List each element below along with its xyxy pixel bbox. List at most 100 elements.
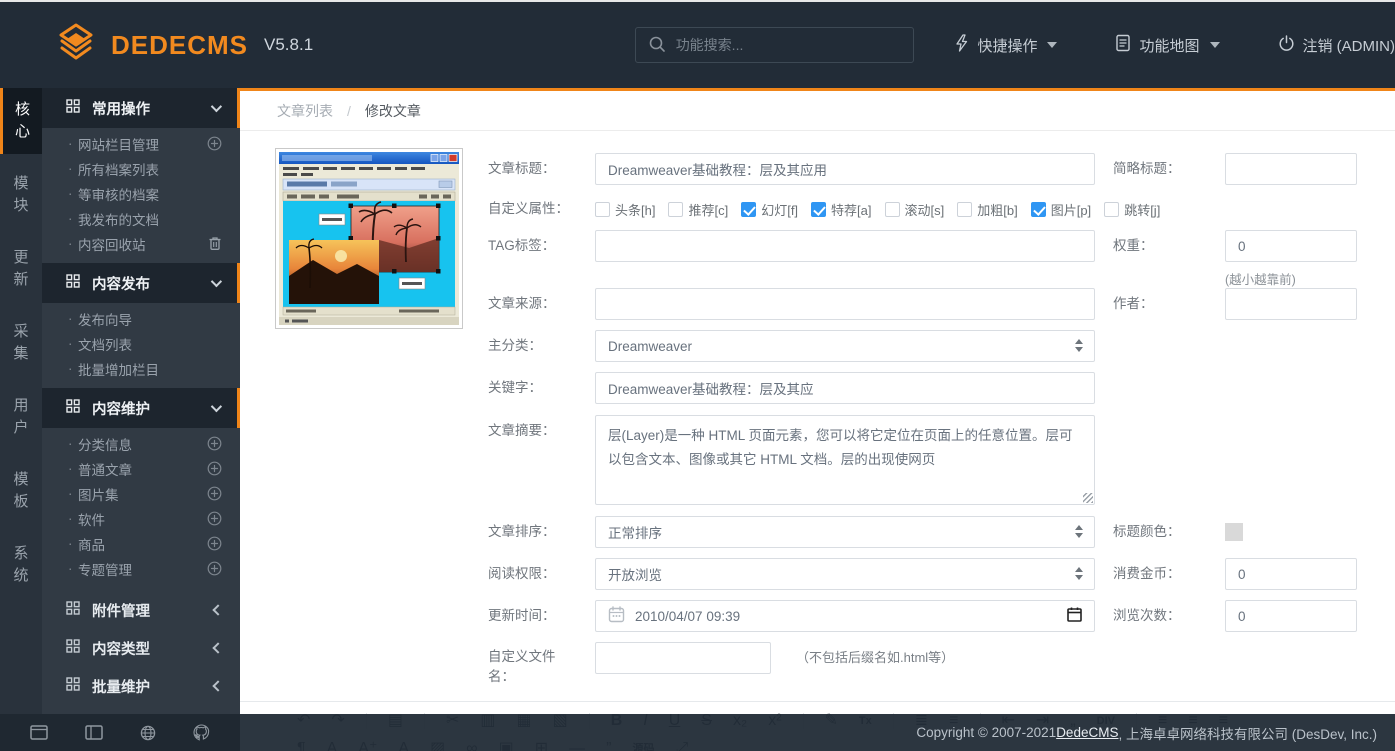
- plus-circle-icon[interactable]: [207, 461, 222, 476]
- title-color-swatch[interactable]: [1225, 523, 1243, 541]
- coin-input[interactable]: [1225, 558, 1357, 590]
- rail-item-用户[interactable]: 用 户: [0, 384, 42, 450]
- sidebar-item-文档列表[interactable]: · 文档列表: [42, 331, 240, 356]
- sidebar-item-网站栏目管理[interactable]: · 网站栏目管理: [42, 131, 240, 156]
- select-arrows-icon: [1075, 525, 1083, 538]
- attr-checkbox-跳转[j][interactable]: 跳转[j]: [1104, 200, 1160, 219]
- breadcrumb-article-list[interactable]: 文章列表: [277, 101, 333, 121]
- sidebar-section-内容维护[interactable]: 内容维护: [42, 388, 240, 428]
- attr-checkbox-滚动[s][interactable]: 滚动[s]: [885, 200, 945, 219]
- quick-actions-menu[interactable]: 快捷操作: [954, 34, 1057, 56]
- keywords-input[interactable]: [595, 372, 1095, 404]
- sidebar-item-内容回收站[interactable]: · 内容回收站: [42, 231, 240, 256]
- weight-input[interactable]: [1225, 230, 1357, 262]
- globe-icon[interactable]: [140, 725, 156, 741]
- sidebar-section-常用操作[interactable]: 常用操作: [42, 88, 240, 128]
- attr-checkbox-头条[h][interactable]: 头条[h]: [595, 200, 655, 219]
- checkbox-checked-icon[interactable]: [811, 202, 826, 217]
- views-input[interactable]: [1225, 600, 1357, 632]
- search-input[interactable]: [676, 37, 886, 53]
- sidebar-section-内容类型[interactable]: 内容类型: [42, 632, 240, 664]
- feature-map-menu[interactable]: 功能地图: [1115, 34, 1219, 56]
- checkbox-icon[interactable]: [957, 202, 972, 217]
- sidebar-item-批量增加栏目[interactable]: · 批量增加栏目: [42, 356, 240, 381]
- category-value: Dreamweaver: [608, 339, 692, 354]
- attr-checkbox-推荐[c][interactable]: 推荐[c]: [668, 200, 728, 219]
- rail-item-核心[interactable]: 核 心: [0, 88, 42, 154]
- sidebar-item-分类信息[interactable]: · 分类信息: [42, 431, 240, 456]
- rail-item-模块[interactable]: 模 块: [0, 162, 42, 228]
- sidebar-layout-icon[interactable]: [85, 725, 103, 740]
- power-icon: [1278, 35, 1295, 56]
- section-title: 内容维护: [92, 398, 150, 419]
- sidebar-item-普通文章[interactable]: · 普通文章: [42, 456, 240, 481]
- bullet-icon: ·: [68, 486, 73, 501]
- chevron-down-icon: [1047, 42, 1057, 48]
- sidebar-item-label: 所有档案列表: [78, 159, 159, 179]
- sidebar-item-等审核的档案[interactable]: · 等审核的档案: [42, 181, 240, 206]
- checkbox-icon[interactable]: [885, 202, 900, 217]
- sidebar-menu: 常用操作 · 网站栏目管理· 所有档案列表· 等审核的档案· 我发布的文档· 内…: [42, 88, 240, 751]
- plus-circle-icon[interactable]: [207, 436, 222, 451]
- trash-icon[interactable]: [208, 236, 222, 251]
- source-input[interactable]: [595, 288, 1095, 320]
- plus-circle-icon[interactable]: [207, 136, 222, 151]
- sidebar-item-我发布的文档[interactable]: · 我发布的文档: [42, 206, 240, 231]
- brand[interactable]: DEDECMS V5.8.1: [0, 22, 420, 69]
- browser-window-icon[interactable]: [30, 725, 48, 740]
- date-picker-icon[interactable]: [1067, 607, 1082, 625]
- short-title-input[interactable]: [1225, 153, 1357, 185]
- category-select[interactable]: Dreamweaver: [595, 330, 1095, 362]
- sidebar-item-图片集[interactable]: · 图片集: [42, 481, 240, 506]
- rail-item-采集[interactable]: 采 集: [0, 310, 42, 376]
- attr-checkbox-幻灯[f][interactable]: 幻灯[f]: [741, 200, 798, 219]
- plus-circle-icon[interactable]: [207, 536, 222, 551]
- attr-checkbox-图片[p][interactable]: 图片[p]: [1031, 200, 1091, 219]
- checkbox-icon[interactable]: [595, 202, 610, 217]
- attr-label: 滚动[s]: [905, 200, 945, 219]
- checkbox-icon[interactable]: [668, 202, 683, 217]
- plus-circle-icon[interactable]: [207, 486, 222, 501]
- filename-input[interactable]: [595, 642, 771, 674]
- sidebar-item-label: 专题管理: [78, 559, 132, 579]
- sidebar-section-批量维护[interactable]: 批量维护: [42, 670, 240, 702]
- custom-attrs-label: 自定义属性：: [488, 193, 592, 225]
- author-input[interactable]: [1225, 288, 1357, 320]
- article-title-input[interactable]: [595, 153, 1095, 185]
- dedecms-link[interactable]: DedeCMS: [1056, 725, 1118, 740]
- sidebar-section-内容发布[interactable]: 内容发布: [42, 263, 240, 303]
- sidebar-item-专题管理[interactable]: · 专题管理: [42, 556, 240, 581]
- attr-checkbox-特荐[a][interactable]: 特荐[a]: [811, 200, 871, 219]
- rail-item-模板[interactable]: 模 板: [0, 458, 42, 524]
- rail-item-系统[interactable]: 系 统: [0, 532, 42, 598]
- update-time-input[interactable]: 2010/04/07 09:39: [595, 600, 1095, 632]
- sort-select[interactable]: 正常排序: [595, 516, 1095, 548]
- sidebar-item-label: 批量增加栏目: [78, 359, 159, 379]
- search-icon: [648, 35, 666, 56]
- select-arrows-icon: [1075, 567, 1083, 580]
- grid-icon: [66, 601, 80, 619]
- plus-circle-icon[interactable]: [207, 561, 222, 576]
- sidebar-item-软件[interactable]: · 软件: [42, 506, 240, 531]
- sidebar-item-所有档案列表[interactable]: · 所有档案列表: [42, 156, 240, 181]
- calendar-outline-icon: [608, 606, 625, 626]
- sidebar-section-附件管理[interactable]: 附件管理: [42, 594, 240, 626]
- function-search[interactable]: [635, 27, 915, 63]
- abstract-textarea[interactable]: 层(Layer)是一种 HTML 页面元素，您可以将它定位在页面上的任意位置。层…: [595, 415, 1095, 505]
- github-icon[interactable]: [193, 724, 210, 741]
- breadcrumb-separator: /: [347, 103, 351, 119]
- plus-circle-icon[interactable]: [207, 511, 222, 526]
- sidebar-item-label: 网站栏目管理: [78, 134, 159, 154]
- article-thumbnail[interactable]: [275, 148, 463, 329]
- rail-item-更新[interactable]: 更 新: [0, 236, 42, 302]
- sidebar-item-发布向导[interactable]: · 发布向导: [42, 306, 240, 331]
- sidebar-item-商品[interactable]: · 商品: [42, 531, 240, 556]
- time-value: 2010/04/07 09:39: [635, 609, 740, 624]
- perm-select[interactable]: 开放浏览: [595, 558, 1095, 590]
- logout-button[interactable]: 注销 (ADMIN): [1278, 35, 1395, 56]
- checkbox-icon[interactable]: [1104, 202, 1119, 217]
- checkbox-checked-icon[interactable]: [1031, 202, 1046, 217]
- checkbox-checked-icon[interactable]: [741, 202, 756, 217]
- tag-input[interactable]: [595, 230, 1095, 262]
- attr-checkbox-加粗[b][interactable]: 加粗[b]: [957, 200, 1017, 219]
